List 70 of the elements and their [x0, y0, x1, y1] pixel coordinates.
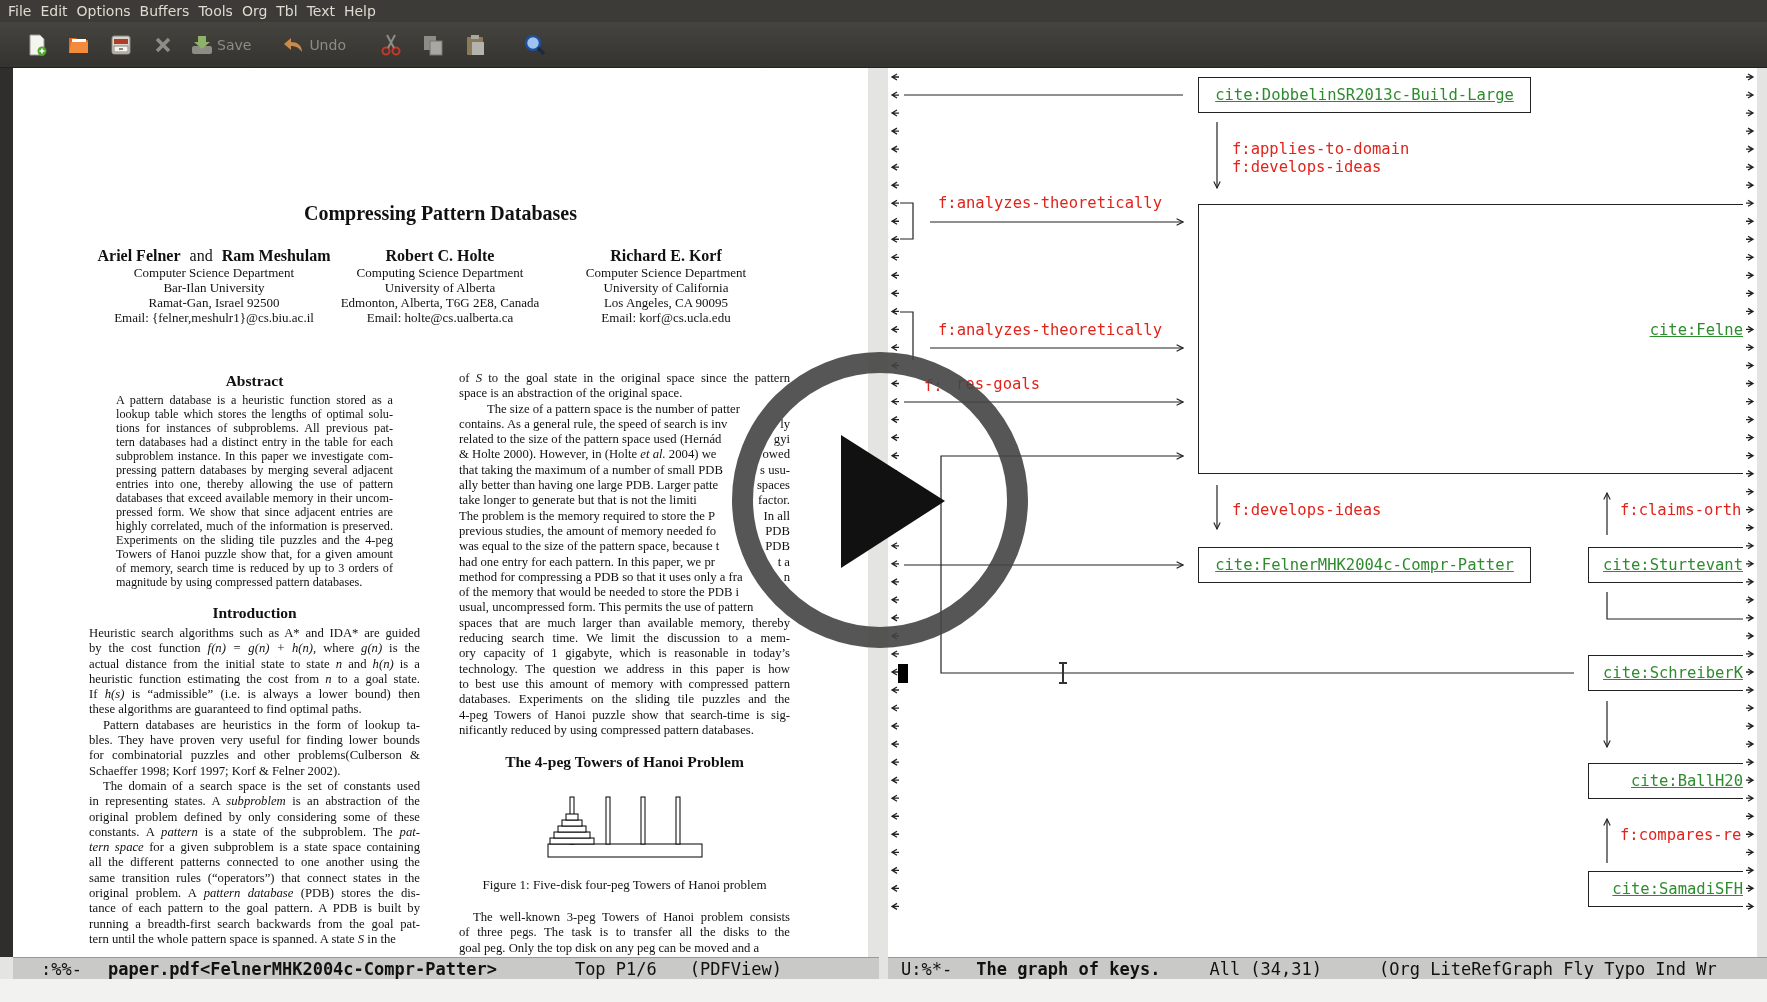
edge-label: f:applies-to-domain: [1232, 139, 1410, 159]
edge-label: f:compares-re: [1620, 825, 1742, 845]
author-name: Ariel Felner: [97, 247, 181, 265]
citation-link[interactable]: cite:DobbelinSR2013c-Build-Large: [1215, 85, 1514, 105]
author-affiliation: Ramat-Gan, Israel 92500: [148, 295, 280, 310]
citation-link[interactable]: cite:FelnerMHK2004c-Compr-Patter: [1215, 555, 1514, 575]
citation-link[interactable]: cite:BallH20: [1631, 771, 1743, 791]
abstract-text: A pattern database is a heuristic function stored as a lookup table which stores the lengths of optimal solu- tions for instances of subproblems. All previous pat- tern databases had a distinct entry in the table for each subproblem instance. In this paper we investigate com- pressing pattern databases by merging several adjacent entries into one, thereby allowing the use of pattern databases that exceed available memory in their uncom- pressed form. We show that since adjacent entries are highly correlated, much of the information is preserved. Experiments on the sliding tile puzzles and the 4-peg Towers of Hanoi puzzle show that, for a given amount of memory, search time is reduced by up to 3 orders of magnitude by using compressed pattern databases.: [116, 393, 393, 589]
author-affiliation: Computer Science Department: [585, 265, 747, 280]
major-minor-modes: (Org LiteRefGraph Fly Typo Ind Wr: [1379, 958, 1717, 979]
author-affiliation: Email: holte@cs.ualberta.ca: [366, 310, 514, 325]
paragraph: The domain of a search space is the set of constants used in representing states. A subproblem is an abstraction of the original problem defined by only considering some of these constants. A pattern is a state of the subproblem. The pat- tern space for a given subproblem is a state space containing all the different patterns connected to one another using the same transition rules (“operators”) that connect states in the original problem. A pattern database (PDB) stores the dis- tance of each pattern to the goal pattern. A PDB is built by running a breadth-first search backwards from the goal pat- tern until the whole pattern space is spanned. A state S in the: [89, 778, 420, 948]
paragraph: The well-known 3-peg Towers of Hanoi problem consists of three pegs. The task is to transfer all the disks to the goal peg. Only the top disk on any peg can be moved and a: [459, 910, 790, 956]
edge-label: f:analyzes-theoretically: [938, 320, 1162, 340]
author-affiliation: Bar-Ilan University: [163, 280, 265, 295]
edge-arrow: [1603, 700, 1611, 748]
author-affiliation: Edmonton, Alberta, T6G 2E8, Canada: [340, 295, 540, 310]
citation-link[interactable]: cite:Felne: [1649, 320, 1743, 340]
buffer-position: All (34,31): [1209, 958, 1322, 979]
citation-link[interactable]: cite:SamadiSFH: [1612, 879, 1743, 899]
scroll-bar[interactable]: [1757, 68, 1767, 957]
citation-link[interactable]: cite:Sturtevant: [1603, 555, 1743, 575]
section-heading: Abstract: [224, 371, 285, 391]
author-affiliation: University of California: [603, 280, 729, 295]
menu-item[interactable]: Tools: [194, 3, 237, 19]
author-affiliation: Email: korf@cs.ucla.edu: [601, 310, 731, 325]
edge-label: f:develops-ideas: [1232, 157, 1382, 177]
menu-item[interactable]: Org: [237, 3, 272, 19]
buffer-flags: U:%*-: [901, 958, 953, 979]
text-cursor-icon: [1058, 662, 1068, 684]
bracket-line: [899, 202, 914, 240]
search-icon: [523, 32, 548, 57]
edge-arrow: [1603, 818, 1611, 864]
author-name: Ram Meshulam: [221, 247, 331, 265]
buffer-name: The graph of keys.: [976, 958, 1161, 979]
buffer-flags: :%%-: [41, 958, 82, 979]
figure-caption: Figure 1: Five-disk four-peg Towers of Hanoi problem: [481, 877, 768, 893]
cabinet-icon: [108, 32, 133, 57]
section-heading: The 4-peg Towers of Hanoi Problem: [504, 752, 745, 773]
paragraph: of S to the goal state in the original space since the pattern space is an abstraction of the original space.: [459, 371, 790, 402]
author-affiliation: Los Angeles, CA 90095: [603, 295, 729, 310]
menu-item[interactable]: Tbl: [272, 3, 302, 19]
author-affiliation: Email: {felner,meshulr1}@cs.biu.ac.il: [114, 310, 314, 325]
menu-item[interactable]: File: [4, 3, 36, 19]
author-name: Richard E. Korf: [610, 247, 722, 265]
menu-item[interactable]: Buffers: [135, 3, 194, 19]
buffer-name: paper.pdf<FelnerMHK2004c-Compr-Patter>: [107, 958, 497, 979]
edge-arrow: [1213, 121, 1221, 189]
menu-item[interactable]: Options: [72, 3, 135, 19]
paper-title: Compressing Pattern Databases: [303, 201, 578, 225]
paragraph: The size of a pattern space is the number of patter contains. As a general rule, the speed of search is inv ly related to the size of the pattern space used (Hernád gyi & Holte 2000). However, in (Holte et al. 2004) we owed that taking the maximum of a number of small PDB s usu- ally better than having one large PDB. Larger patte spaces take longer to generate but that is not the limiti factor. The problem is the memory required to store the P In all previous studies, the amount of memory needed fo PDB was equal to the size of the pattern space, because t PDB had one entry for each pattern. In this paper, we pr t a method for compressing a PDB so that it uses only a fra n of the memory that would be needed to store the PDB i usual, uncompressed form. This permits the use of pattern spaces that are much larger than available memory, thereby reducing search time. We limit the discussion to a mem- ory capacity of 1 gigabyte, which is reasonable in today’s technology. The question we address in this paper is how to best use this amount of memory with compressed pattern databases. Experiments on the sliding tile puzzles and the 4-peg Towers of Hanoi puzzle show that search-time is sig- nificantly reduced by using compressed pattern databases.: [459, 401, 790, 739]
edge-label: f:claims-orth: [1620, 500, 1742, 520]
author-joiner: and: [189, 247, 213, 265]
section-heading: Introduction: [211, 603, 298, 623]
author-name: Robert C. Holte: [385, 247, 495, 265]
major-minor-modes: (PDFView): [689, 958, 782, 979]
text-cursor: [898, 664, 908, 683]
author-affiliation: Computer Science Department: [133, 265, 295, 280]
author-affiliation: University of Alberta: [384, 280, 496, 295]
paragraph: Heuristic search algorithms such as A* and IDA* are guided by the cost function f(n) = g(n) + h(n), where g(n) is the actual distance from the initial state to state n and h(n) is a heuristic function estimating the cost from n to a goal state. If h(s) is “admissible” (i.e. is always a lower bound) then these algorithms are guaranteed to find optimal paths.: [89, 626, 420, 718]
edge-label: f:analyzes-theoretically: [938, 193, 1162, 213]
edge-label: f:develops-ideas: [1232, 500, 1382, 520]
buffer-position: Top P1/6: [574, 958, 657, 979]
paragraph: Pattern databases are heuristics in the form of lookup ta- bles. They have proven very useful for finding lower bounds for combinatorial puzzles and other problems(Culberson & Schaeffer 1998; Korf 1997; Korf & Felner 2002).: [89, 717, 420, 779]
menu-item[interactable]: Help: [339, 3, 380, 19]
author-affiliation: Computing Science Department: [356, 265, 524, 280]
citation-link[interactable]: cite:SchreiberK: [1603, 663, 1743, 683]
menu-item[interactable]: Edit: [36, 3, 72, 19]
edge-arrow: [1603, 492, 1611, 536]
menu-item[interactable]: Text: [302, 3, 339, 19]
